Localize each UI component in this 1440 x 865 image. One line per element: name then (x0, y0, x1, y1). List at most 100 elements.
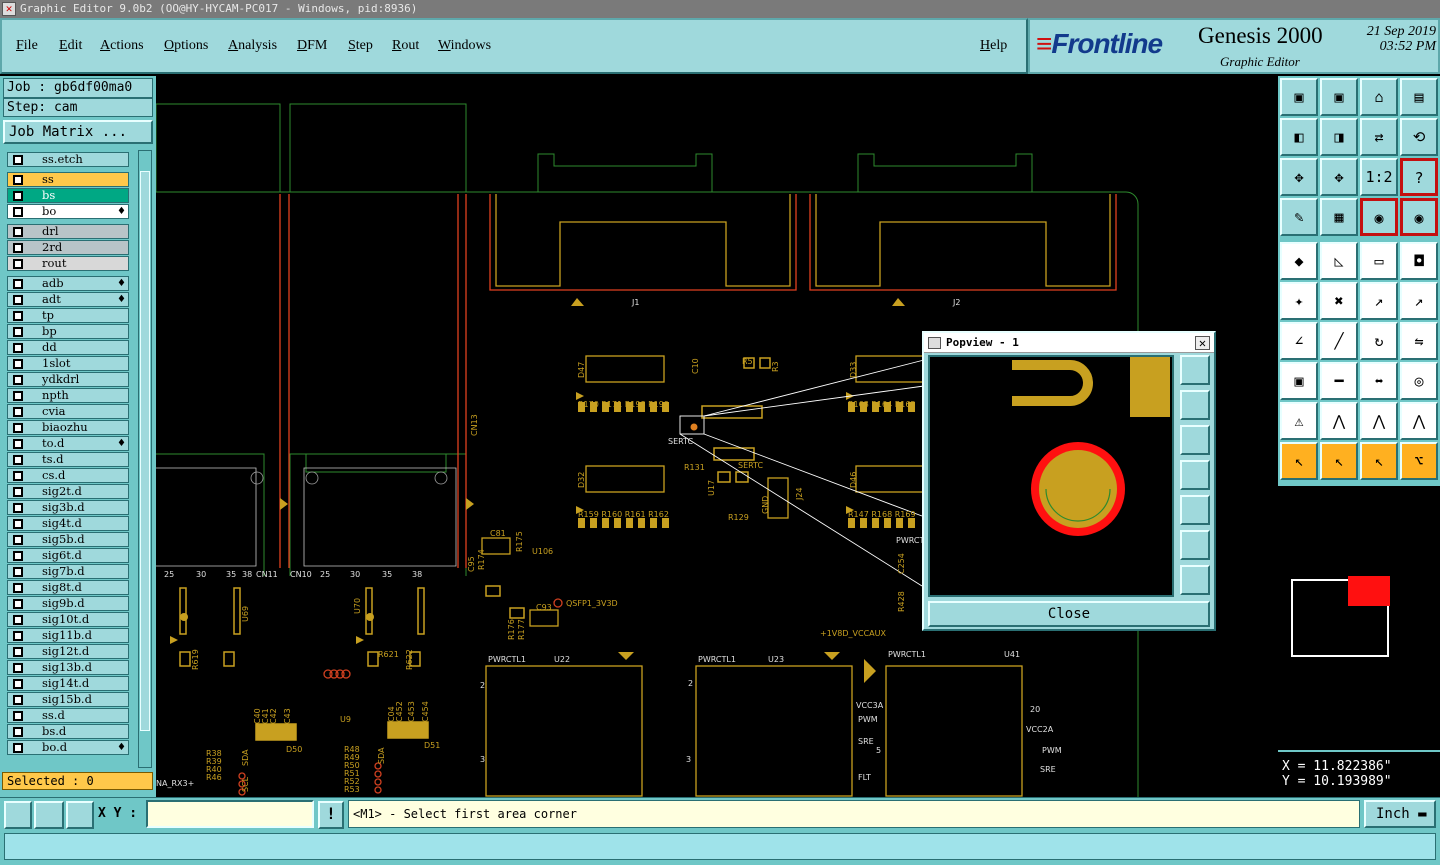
flip-icon[interactable]: ⇋ (1400, 322, 1438, 360)
menu-rout[interactable]: Rout (392, 38, 419, 54)
layer-checkbox[interactable] (13, 535, 23, 545)
connect-icon[interactable]: ✦ (1280, 282, 1318, 320)
layer-adt[interactable]: adt ♦ (7, 292, 129, 307)
home-icon[interactable]: ⌂ (1360, 78, 1398, 116)
pointer-icon[interactable]: ↖ (1280, 442, 1318, 480)
layer-checkbox[interactable] (13, 359, 23, 369)
menu-step[interactable]: Step (348, 38, 373, 54)
line-icon[interactable]: ◺ (1320, 242, 1358, 280)
overview-map[interactable] (1278, 486, 1440, 750)
menu-dfm[interactable]: DFM (297, 38, 327, 54)
save-icon[interactable]: ▣ (1320, 78, 1358, 116)
popview-x-icon[interactable] (928, 337, 941, 349)
popview-pan-left-icon[interactable] (1180, 460, 1210, 490)
popview-zoom-fit-icon[interactable] (1180, 530, 1210, 560)
layer-sig2t-d[interactable]: sig2t.d (7, 484, 129, 499)
layer-checkbox[interactable] (13, 631, 23, 641)
traffic-light-icon[interactable]: ◉ (1360, 198, 1398, 236)
layer-checkbox[interactable] (13, 207, 23, 217)
delete-icon[interactable]: ✖ (1320, 282, 1358, 320)
zoom-fit-icon[interactable]: ✥ (1280, 158, 1318, 196)
layer-sig3b-d[interactable]: sig3b.d (7, 500, 129, 515)
layer-checkbox[interactable] (13, 391, 23, 401)
layer-ts-d[interactable]: ts.d (7, 452, 129, 467)
menu-options[interactable]: Options (164, 38, 208, 54)
layer-bo[interactable]: bo ♦ (7, 204, 129, 219)
popview-close-icon[interactable]: ✕ (1195, 336, 1210, 350)
popview-pan-down-icon[interactable] (1180, 425, 1210, 455)
units-selector[interactable]: Inch ▬ (1364, 800, 1436, 828)
tools-icon[interactable]: ✎ (1280, 198, 1318, 236)
net-icon[interactable]: ◉ (1400, 198, 1438, 236)
layer-2rd[interactable]: 2rd (7, 240, 129, 255)
layer-checkbox[interactable] (13, 375, 23, 385)
move-pad-icon[interactable]: ↗ (1360, 282, 1398, 320)
triangle-icon[interactable]: ⋀ (1320, 402, 1358, 440)
triangle-b-icon[interactable]: ⋀ (1400, 402, 1438, 440)
layer-sig10t-d[interactable]: sig10t.d (7, 612, 129, 627)
app-x-icon[interactable]: ✕ (2, 2, 16, 16)
ruler-icon[interactable]: ▭ (1360, 242, 1398, 280)
move-line-icon[interactable]: ↗ (1400, 282, 1438, 320)
layer-checkbox[interactable] (13, 743, 23, 753)
layer-bs-d[interactable]: bs.d (7, 724, 129, 739)
layer-checkbox[interactable] (13, 455, 23, 465)
layer-checkbox[interactable] (13, 695, 23, 705)
layer-checkbox[interactable] (13, 155, 23, 165)
feature-icon[interactable]: ▣ (1280, 362, 1318, 400)
grid-toggle-icon[interactable]: ▦ (1320, 198, 1358, 236)
layer-ydkdrl[interactable]: ydkdrl (7, 372, 129, 387)
measure-icon[interactable] (34, 801, 64, 829)
command-line[interactable] (4, 833, 1436, 860)
import-icon[interactable]: ◧ (1280, 118, 1318, 156)
layer-cs-d[interactable]: cs.d (7, 468, 129, 483)
layer-checkbox[interactable] (13, 583, 23, 593)
layer-checkbox[interactable] (13, 727, 23, 737)
zoom-1to1-icon[interactable]: 1:2 (1360, 158, 1398, 196)
select-area-icon[interactable]: ◘ (1400, 242, 1438, 280)
cut-icon[interactable]: ━ (1320, 362, 1358, 400)
window-icon[interactable]: ▤ (1400, 78, 1438, 116)
move-icon[interactable]: ⟲ (1400, 118, 1438, 156)
menu-help[interactable]: Help (980, 38, 1007, 54)
layer-checkbox[interactable] (13, 343, 23, 353)
layer-checkbox[interactable] (13, 311, 23, 321)
layer-sig14t-d[interactable]: sig14t.d (7, 676, 129, 691)
layer-sig12t-d[interactable]: sig12t.d (7, 644, 129, 659)
layer-checkbox[interactable] (13, 663, 23, 673)
layer-sig8t-d[interactable]: sig8t.d (7, 580, 129, 595)
popview-window[interactable]: Popview - 1 ✕ Close (922, 331, 1216, 631)
layer-1slot[interactable]: 1slot (7, 356, 129, 371)
pointer-box-icon[interactable]: ↖ (1320, 442, 1358, 480)
zoom-center-icon[interactable]: ✥ (1320, 158, 1358, 196)
layer-bp[interactable]: bp (7, 324, 129, 339)
layer-checkbox[interactable] (13, 551, 23, 561)
layer-sig4t-d[interactable]: sig4t.d (7, 516, 129, 531)
layer-sig11b-d[interactable]: sig11b.d (7, 628, 129, 643)
layer-bs[interactable]: bs (7, 188, 129, 203)
layer-checkbox[interactable] (13, 227, 23, 237)
grid-icon[interactable] (66, 801, 94, 829)
arc-icon[interactable]: ↻ (1360, 322, 1398, 360)
dimension-icon[interactable]: ⬌ (1360, 362, 1398, 400)
pointer-alt-icon[interactable]: ↖ (1360, 442, 1398, 480)
layer-checkbox[interactable] (13, 295, 23, 305)
layer-scrollbar[interactable] (138, 150, 152, 768)
alert-icon[interactable]: ! (318, 801, 344, 829)
layer-tp[interactable]: tp (7, 308, 129, 323)
triangle-a-icon[interactable]: ⋀ (1360, 402, 1398, 440)
layer-sig6t-d[interactable]: sig6t.d (7, 548, 129, 563)
menu-analysis[interactable]: Analysis (228, 38, 277, 54)
layer-checkbox[interactable] (13, 679, 23, 689)
layer-ss-d[interactable]: ss.d (7, 708, 129, 723)
layer-drl[interactable]: drl (7, 224, 129, 239)
layer-checkbox[interactable] (13, 279, 23, 289)
line-draw-icon[interactable]: ╱ (1320, 322, 1358, 360)
layer-checkbox[interactable] (13, 175, 23, 185)
popview-zoom-in-icon[interactable] (1180, 355, 1210, 385)
layer-sig5b-d[interactable]: sig5b.d (7, 532, 129, 547)
layer-checkbox[interactable] (13, 407, 23, 417)
layer-to-d[interactable]: to.d ♦ (7, 436, 129, 451)
layer-rout[interactable]: rout (7, 256, 129, 271)
layer-checkbox[interactable] (13, 647, 23, 657)
